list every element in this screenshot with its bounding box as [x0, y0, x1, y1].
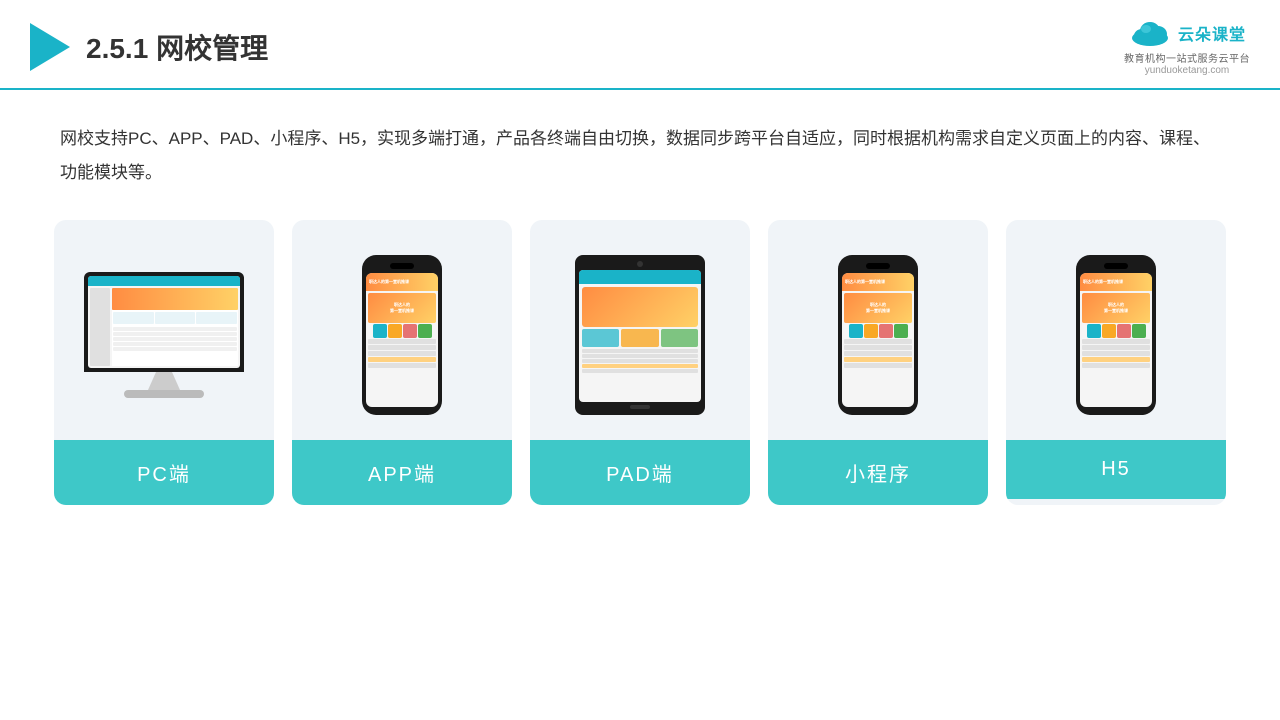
monitor-stand [144, 372, 184, 390]
phone-screen-3: 职达人的第一堂机推课 职达人的第一堂机推课 [1080, 273, 1152, 407]
card-pc-label: PC端 [54, 440, 274, 505]
card-app: 职达人的第一堂机推课 职达人的第一堂机推课 [292, 220, 512, 505]
logo-cloud: 云朵课堂 [1128, 18, 1246, 48]
title-text: 网校管理 [156, 33, 268, 64]
page-header: 2.5.1 网校管理 云朵课堂 教育机构一站式服务云平台 yunduoketan… [0, 0, 1280, 90]
phone-notch-2 [866, 263, 890, 269]
card-pc: PC端 [54, 220, 274, 505]
card-pad: PAD端 [530, 220, 750, 505]
card-h5: 职达人的第一堂机推课 职达人的第一堂机推课 [1006, 220, 1226, 505]
card-miniprogram-label: 小程序 [768, 440, 988, 505]
phone-h5: 职达人的第一堂机推课 职达人的第一堂机推课 [1076, 255, 1156, 415]
card-miniprogram-image: 职达人的第一堂机推课 职达人的第一堂机推课 [768, 220, 988, 440]
play-icon [30, 23, 70, 71]
logo-area: 云朵课堂 教育机构一站式服务云平台 yunduoketang.com [1124, 18, 1250, 76]
card-h5-label: H5 [1006, 440, 1226, 499]
phone-app: 职达人的第一堂机推课 职达人的第一堂机推课 [362, 255, 442, 415]
card-pc-image [54, 220, 274, 440]
card-pad-label: PAD端 [530, 440, 750, 505]
pc-monitor [79, 272, 249, 398]
phone-screen: 职达人的第一堂机推课 职达人的第一堂机推课 [366, 273, 438, 407]
card-miniprogram: 职达人的第一堂机推课 职达人的第一堂机推课 [768, 220, 988, 505]
pad-screen [579, 270, 701, 402]
pad-home-button [630, 405, 650, 409]
page-title: 2.5.1 网校管理 [86, 27, 268, 67]
phone-screen-2: 职达人的第一堂机推课 职达人的第一堂机推课 [842, 273, 914, 407]
monitor-screen [88, 276, 240, 368]
cloud-icon [1128, 18, 1172, 48]
phone-miniprogram: 职达人的第一堂机推课 职达人的第一堂机推课 [838, 255, 918, 415]
monitor-body [84, 272, 244, 372]
logo-tagline: 教育机构一站式服务云平台 [1124, 50, 1250, 65]
description-text: 网校支持PC、APP、PAD、小程序、H5，实现多端打通，产品各终端自由切换，数… [0, 90, 1280, 190]
phone-notch-3 [1104, 263, 1128, 269]
card-pad-image [530, 220, 750, 440]
pad-camera [637, 261, 643, 267]
title-num: 2.5.1 [86, 33, 148, 64]
logo-name: 云朵课堂 [1178, 21, 1246, 45]
pad-device [575, 255, 705, 415]
card-app-image: 职达人的第一堂机推课 职达人的第一堂机推课 [292, 220, 512, 440]
cards-container: PC端 职达人的第一堂机推课 职达人的第一堂机推课 [0, 190, 1280, 505]
card-h5-image: 职达人的第一堂机推课 职达人的第一堂机推课 [1006, 220, 1226, 440]
monitor-base [124, 390, 204, 398]
header-left: 2.5.1 网校管理 [30, 23, 268, 71]
logo-domain: yunduoketang.com [1145, 65, 1230, 76]
phone-notch [390, 263, 414, 269]
card-app-label: APP端 [292, 440, 512, 505]
